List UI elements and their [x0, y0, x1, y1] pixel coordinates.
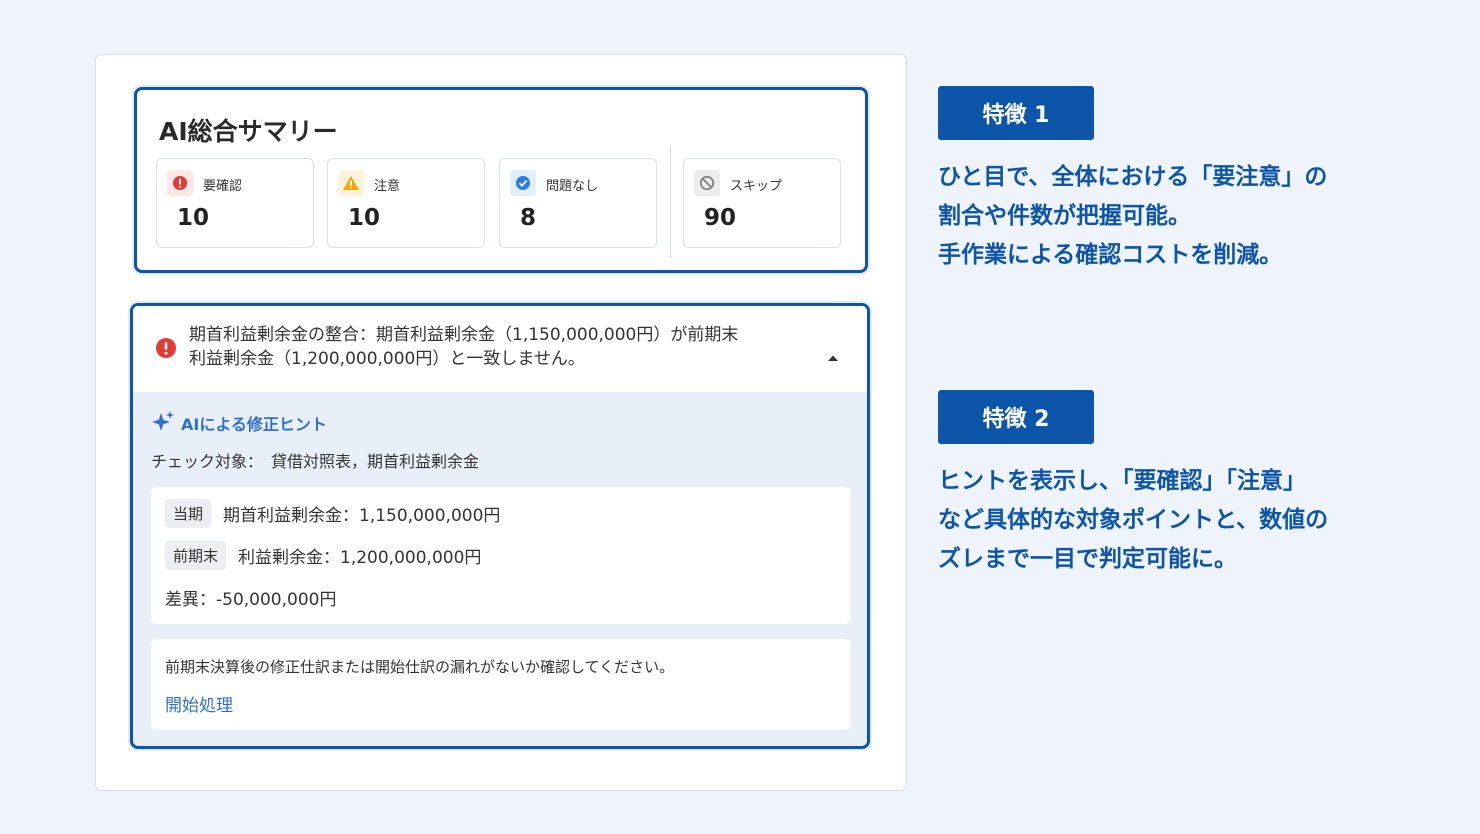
- feature-line: 割合や件数が把握可能。: [938, 203, 1191, 229]
- feature-line: ひと目で、全体における「要注意」の: [938, 164, 1328, 190]
- hint-title-text: AIによる修正ヒント: [181, 415, 327, 434]
- stat-needs-review[interactable]: 要確認 10: [156, 158, 314, 248]
- stat-value: 10: [177, 205, 210, 231]
- feature-badge-1: 特徴 1: [938, 86, 1094, 140]
- stat-value: 10: [348, 205, 381, 231]
- ai-hint-title: AIによる修正ヒント: [151, 410, 327, 436]
- opening-process-link[interactable]: 開始処理: [165, 691, 233, 716]
- previous-period-row: 前期末 利益剰余金：1,200,000,000円: [165, 541, 481, 570]
- warning-icon: [338, 170, 364, 196]
- feature-text-2: ヒントを表示し、「要確認」「注意」 など具体的な対象ポイントと、数値の ズレまで…: [938, 462, 1408, 579]
- difference-value: 差異：-50,000,000円: [165, 590, 337, 610]
- comparison-box: 当期 期首利益剰余金：1,150,000,000円 前期末 利益剰余金：1,20…: [151, 487, 851, 624]
- stat-no-issues[interactable]: 問題なし 8: [499, 158, 657, 248]
- check-target: チェック対象： 貸借対照表，期首利益剰余金: [151, 452, 480, 471]
- previous-period-value: 利益剰余金：1,200,000,000円: [238, 548, 482, 568]
- divider: [670, 146, 671, 258]
- note-box: 前期末決算後の修正仕訳または開始仕訳の漏れがないか確認してください。 開始処理: [151, 639, 851, 730]
- feature-line: 手作業による確認コストを削減。: [938, 242, 1283, 268]
- sparkle-icon: [151, 410, 175, 436]
- stat-label: 要確認: [203, 179, 243, 194]
- note-text: 前期末決算後の修正仕訳または開始仕訳の漏れがないか確認してください。: [165, 658, 675, 676]
- feature-text-1: ひと目で、全体における「要注意」の 割合や件数が把握可能。 手作業による確認コス…: [938, 158, 1408, 275]
- previous-period-tag: 前期末: [165, 541, 227, 570]
- stat-label: 問題なし: [546, 179, 599, 194]
- stat-label: スキップ: [730, 179, 783, 194]
- stat-skip[interactable]: スキップ 90: [683, 158, 841, 248]
- issue-message-line: 利益剰余金（1,200,000,000円）と一致しません。: [189, 349, 585, 369]
- stat-value: 90: [704, 205, 737, 231]
- caret-up-icon[interactable]: [827, 347, 839, 366]
- summary-title: AI総合サマリー: [159, 117, 338, 146]
- issue-header[interactable]: 期首利益剰余金の整合：期首利益剰余金（1,150,000,000円）が前期末 利…: [133, 306, 867, 392]
- stat-caution[interactable]: 注意 10: [327, 158, 485, 248]
- feature-line: ズレまで一目で判定可能に。: [938, 546, 1237, 572]
- feature-line: ヒントを表示し、「要確認」「注意」: [938, 468, 1306, 494]
- issue-card: 期首利益剰余金の整合：期首利益剰余金（1,150,000,000円）が前期末 利…: [130, 303, 870, 749]
- stat-value: 8: [520, 205, 537, 231]
- error-icon: [167, 170, 193, 196]
- difference-row: 差異：-50,000,000円: [165, 585, 336, 610]
- current-period-row: 当期 期首利益剰余金：1,150,000,000円: [165, 499, 500, 528]
- stat-label: 注意: [374, 179, 401, 194]
- ai-summary-card: AI総合サマリー 要確認 10 注意 10 問題なし 8 スキップ 90: [134, 87, 868, 273]
- block-icon: [694, 170, 720, 196]
- feature-badge-2: 特徴 2: [938, 390, 1094, 444]
- current-period-tag: 当期: [165, 499, 212, 528]
- check-circle-icon: [510, 170, 536, 196]
- screenshot-panel: AI総合サマリー 要確認 10 注意 10 問題なし 8 スキップ 90 期首利…: [95, 54, 907, 791]
- feature-line: など具体的な対象ポイントと、数値の: [938, 507, 1329, 533]
- error-icon: [155, 337, 177, 363]
- issue-message-line: 期首利益剰余金の整合：期首利益剰余金（1,150,000,000円）が前期末: [189, 325, 739, 345]
- issue-message: 期首利益剰余金の整合：期首利益剰余金（1,150,000,000円）が前期末 利…: [189, 323, 809, 371]
- current-period-value: 期首利益剰余金：1,150,000,000円: [223, 506, 501, 526]
